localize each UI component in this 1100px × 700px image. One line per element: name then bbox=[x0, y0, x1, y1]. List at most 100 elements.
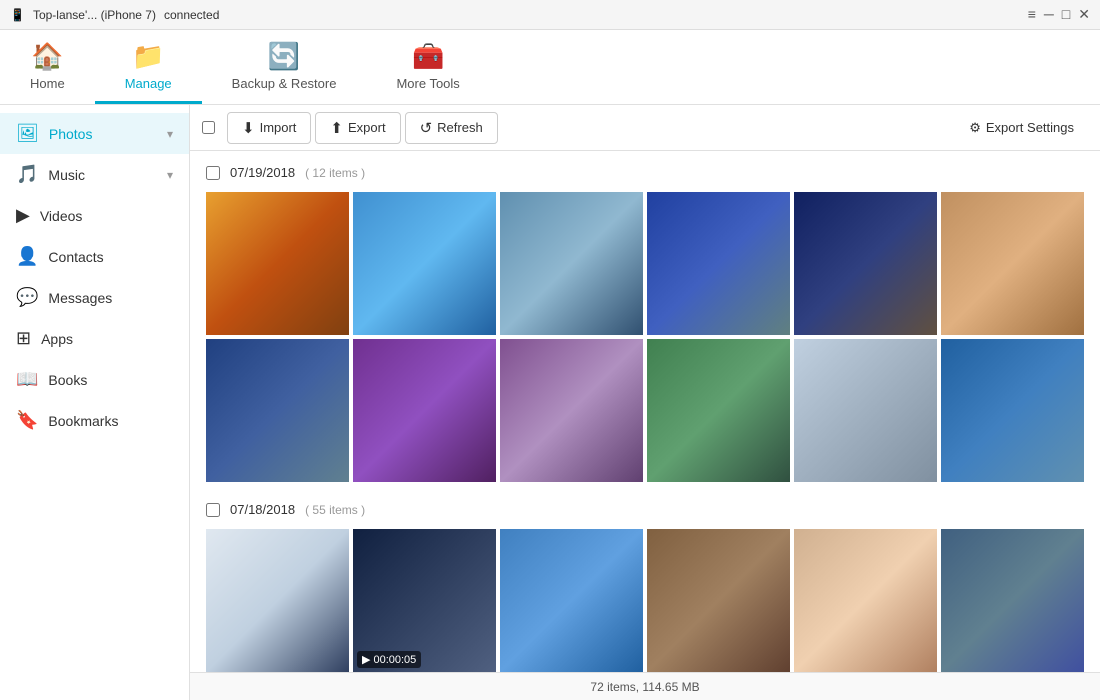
date-group-2: 07/18/2018 ( 55 items ) ▶ 00:00:05 bbox=[206, 498, 1084, 672]
status-text: 72 items, 114.65 MB bbox=[590, 680, 699, 694]
import-icon: ⬇ bbox=[242, 119, 255, 137]
photo-cell[interactable] bbox=[206, 529, 349, 672]
top-nav: 🏠 Home 📁 Manage 🔄 Backup & Restore 🧰 Mor… bbox=[0, 30, 1100, 105]
books-icon: 📖 bbox=[16, 369, 38, 390]
sidebar-apps-label: Apps bbox=[41, 331, 173, 347]
sidebar-item-videos[interactable]: ▶ Videos bbox=[0, 195, 189, 236]
videos-icon: ▶ bbox=[16, 205, 30, 226]
date-header-1: 07/19/2018 ( 12 items ) bbox=[206, 161, 1084, 184]
photo-grid-1 bbox=[206, 192, 1084, 482]
sidebar-videos-label: Videos bbox=[40, 208, 173, 224]
import-label: Import bbox=[260, 120, 297, 135]
photo-cell[interactable] bbox=[941, 529, 1084, 672]
export-button[interactable]: ⬆ Export bbox=[315, 112, 400, 144]
device-name: Top-lanse'... (iPhone 7) bbox=[33, 8, 156, 22]
main-layout: 🖼 Photos ▾ 🎵 Music ▾ ▶ Videos 👤 Contacts… bbox=[0, 105, 1100, 700]
sidebar-messages-label: Messages bbox=[48, 290, 173, 306]
import-button[interactable]: ⬇ Import bbox=[227, 112, 311, 144]
export-icon: ⬆ bbox=[330, 119, 343, 137]
nav-backup-restore[interactable]: 🔄 Backup & Restore bbox=[202, 30, 367, 104]
nav-tools-label: More Tools bbox=[396, 76, 459, 91]
sidebar-item-music[interactable]: 🎵 Music ▾ bbox=[0, 154, 189, 195]
photo-cell[interactable] bbox=[794, 192, 937, 335]
photo-area: 07/19/2018 ( 12 items ) bbox=[190, 151, 1100, 672]
music-icon: 🎵 bbox=[16, 164, 38, 185]
nav-manage-label: Manage bbox=[125, 76, 172, 91]
window-controls[interactable]: ≡ ─ □ ✕ bbox=[1028, 6, 1090, 23]
tools-icon: 🧰 bbox=[412, 41, 444, 72]
sidebar-item-bookmarks[interactable]: 🔖 Bookmarks bbox=[0, 400, 189, 441]
date-group-1-checkbox[interactable] bbox=[206, 166, 220, 180]
photo-cell[interactable] bbox=[206, 192, 349, 335]
sidebar-item-books[interactable]: 📖 Books bbox=[0, 359, 189, 400]
date-count-2: ( 55 items ) bbox=[305, 503, 365, 517]
sidebar-item-messages[interactable]: 💬 Messages bbox=[0, 277, 189, 318]
title-bar: 📱 Top-lanse'... (iPhone 7) connected ≡ ─… bbox=[0, 0, 1100, 30]
backup-icon: 🔄 bbox=[268, 41, 300, 72]
select-all-checkbox[interactable] bbox=[202, 121, 215, 134]
manage-icon: 📁 bbox=[132, 41, 164, 72]
photo-cell[interactable] bbox=[941, 192, 1084, 335]
date-header-2: 07/18/2018 ( 55 items ) bbox=[206, 498, 1084, 521]
video-timecode: 00:00:05 bbox=[373, 654, 416, 666]
maximize-icon[interactable]: □ bbox=[1062, 6, 1070, 23]
sidebar-item-contacts[interactable]: 👤 Contacts bbox=[0, 236, 189, 277]
photo-cell[interactable] bbox=[353, 339, 496, 482]
sidebar-item-photos[interactable]: 🖼 Photos ▾ bbox=[0, 113, 189, 154]
sidebar-music-label: Music bbox=[48, 167, 157, 183]
sidebar-item-apps[interactable]: ⊞ Apps bbox=[0, 318, 189, 359]
close-icon[interactable]: ✕ bbox=[1078, 6, 1090, 23]
music-arrow-icon: ▾ bbox=[167, 168, 173, 182]
nav-backup-label: Backup & Restore bbox=[232, 76, 337, 91]
nav-home[interactable]: 🏠 Home bbox=[0, 30, 95, 104]
sidebar-books-label: Books bbox=[48, 372, 173, 388]
bookmarks-icon: 🔖 bbox=[16, 410, 38, 431]
photo-cell[interactable] bbox=[500, 192, 643, 335]
toolbar: ⬇ Import ⬆ Export ↺ Refresh ⚙ Export Set… bbox=[190, 105, 1100, 151]
photos-icon: 🖼 bbox=[16, 123, 39, 144]
nav-more-tools[interactable]: 🧰 More Tools bbox=[366, 30, 489, 104]
refresh-label: Refresh bbox=[437, 120, 483, 135]
device-icon: 📱 bbox=[10, 8, 25, 22]
device-status: connected bbox=[164, 8, 219, 22]
sidebar-photos-label: Photos bbox=[49, 126, 157, 142]
photo-cell[interactable] bbox=[647, 192, 790, 335]
photos-arrow-icon: ▾ bbox=[167, 127, 173, 141]
content-area: ⬇ Import ⬆ Export ↺ Refresh ⚙ Export Set… bbox=[190, 105, 1100, 700]
settings-icon: ⚙ bbox=[969, 120, 981, 136]
title-bar-info: 📱 Top-lanse'... (iPhone 7) connected bbox=[10, 8, 219, 22]
home-icon: 🏠 bbox=[31, 41, 63, 72]
messages-icon: 💬 bbox=[16, 287, 38, 308]
menu-icon[interactable]: ≡ bbox=[1028, 6, 1036, 23]
export-settings-button[interactable]: ⚙ Export Settings bbox=[955, 114, 1088, 142]
photo-grid-2: ▶ 00:00:05 bbox=[206, 529, 1084, 672]
photo-cell[interactable] bbox=[647, 529, 790, 672]
sidebar: 🖼 Photos ▾ 🎵 Music ▾ ▶ Videos 👤 Contacts… bbox=[0, 105, 190, 700]
photo-cell[interactable] bbox=[353, 192, 496, 335]
photo-cell[interactable] bbox=[500, 529, 643, 672]
date-group-2-checkbox[interactable] bbox=[206, 503, 220, 517]
apps-icon: ⊞ bbox=[16, 328, 31, 349]
date-group-1: 07/19/2018 ( 12 items ) bbox=[206, 161, 1084, 482]
export-settings-label: Export Settings bbox=[986, 120, 1074, 135]
date-label-2: 07/18/2018 bbox=[230, 502, 295, 517]
sidebar-contacts-label: Contacts bbox=[48, 249, 173, 265]
photo-cell[interactable] bbox=[206, 339, 349, 482]
sidebar-bookmarks-label: Bookmarks bbox=[48, 413, 173, 429]
video-play-icon: ▶ bbox=[362, 653, 370, 666]
photo-cell[interactable] bbox=[794, 529, 937, 672]
nav-manage[interactable]: 📁 Manage bbox=[95, 30, 202, 104]
video-badge: ▶ 00:00:05 bbox=[357, 651, 421, 668]
photo-cell[interactable] bbox=[941, 339, 1084, 482]
nav-home-label: Home bbox=[30, 76, 65, 91]
minimize-icon[interactable]: ─ bbox=[1044, 6, 1054, 23]
photo-cell[interactable] bbox=[647, 339, 790, 482]
status-bar: 72 items, 114.65 MB bbox=[190, 672, 1100, 700]
refresh-button[interactable]: ↺ Refresh bbox=[405, 112, 498, 144]
date-label-1: 07/19/2018 bbox=[230, 165, 295, 180]
photo-cell[interactable] bbox=[794, 339, 937, 482]
contacts-icon: 👤 bbox=[16, 246, 38, 267]
refresh-icon: ↺ bbox=[420, 119, 433, 137]
photo-cell[interactable] bbox=[500, 339, 643, 482]
photo-cell-video[interactable]: ▶ 00:00:05 bbox=[353, 529, 496, 672]
